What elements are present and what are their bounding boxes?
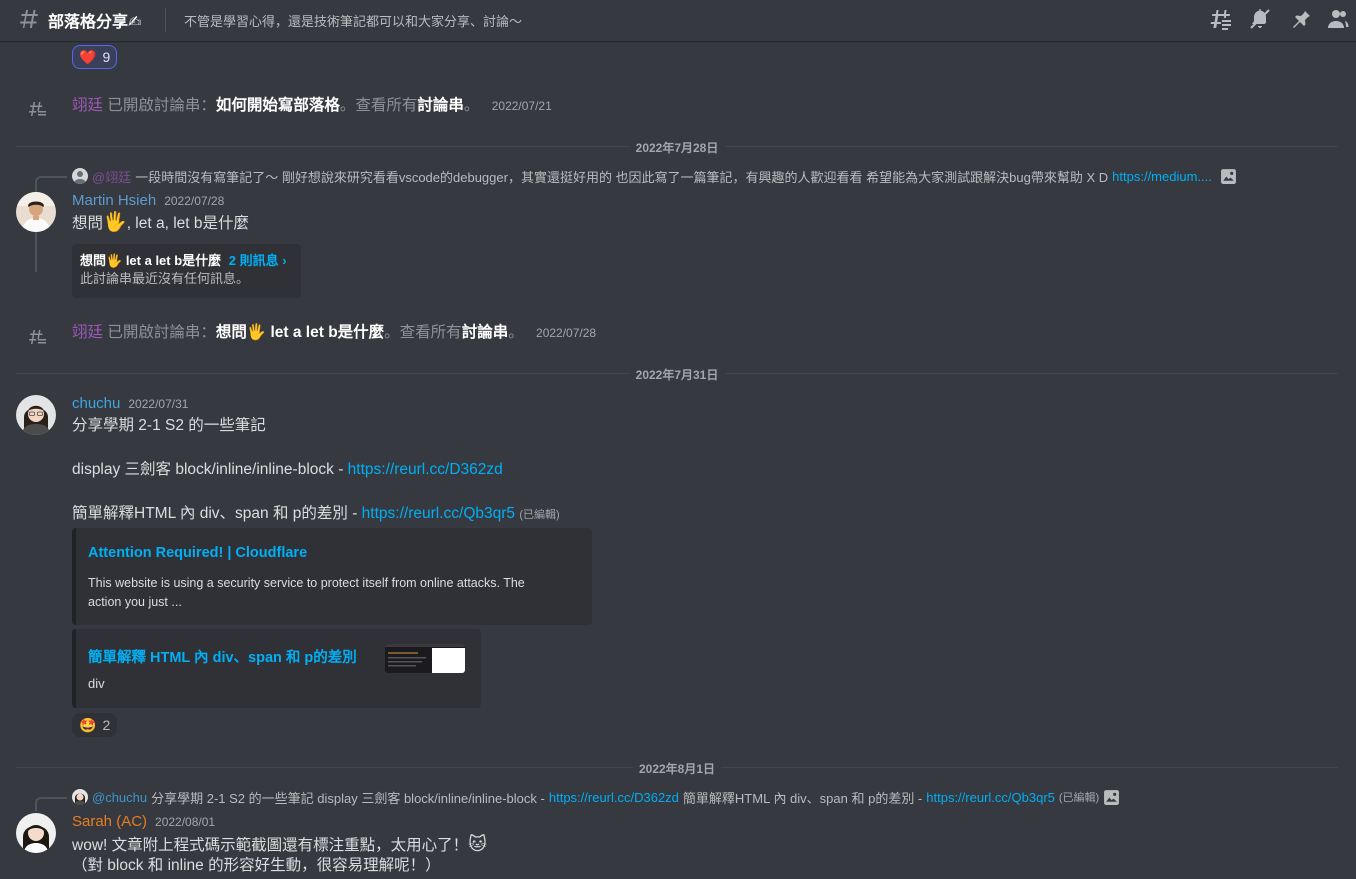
thread-preview-card[interactable]: 想問🖐 let a let b是什麼 2 則訊息 › 此討論串最近沒有任何訊息。 — [72, 244, 301, 298]
hash-icon — [17, 7, 41, 31]
see-all-text: 。查看所有 — [384, 324, 462, 341]
system-message-thread-2: 翊廷 已開啟討論串：想問🖐 let a let b是什麼。查看所有討論串。 20… — [72, 323, 596, 343]
timestamp: 2022/08/01 — [155, 815, 216, 829]
date-label: 2022年7月28日 — [629, 139, 725, 156]
thread-subtext: 此討論串最近沒有任何訊息。 — [80, 271, 250, 286]
channel-header: 部落格分享✍ 不管是學習心得，還是技術筆記都可以和大家分享、討論～ — [0, 0, 1356, 41]
message-text: 想問 — [72, 215, 104, 232]
message-line: 分享學期 2-1 S2 的一些筆記 — [72, 417, 266, 434]
header-divider — [165, 8, 166, 32]
see-all-threads-link[interactable]: 討論串 — [417, 97, 464, 114]
pin-icon[interactable] — [1288, 7, 1312, 31]
reply-avatar — [72, 168, 88, 184]
image-icon — [1103, 789, 1120, 806]
message-text: wow! 文章附上程式碼示範截圖還有標注重點，太用心了！ — [72, 837, 469, 854]
message-content: 想問🖐, let a, let b是什麼 — [72, 212, 249, 235]
system-action: 已開啟討論串： — [107, 324, 216, 341]
embed-title[interactable]: Attention Required! | Cloudflare — [88, 545, 307, 561]
message-link[interactable]: https://reurl.cc/D362zd — [348, 461, 503, 478]
channel-topic[interactable]: 不管是學習心得，還是技術筆記都可以和大家分享、討論～ — [184, 11, 522, 30]
reaction-count: 2 — [102, 717, 111, 733]
message-line: display 三劍客 block/inline/inline-block - … — [72, 459, 503, 481]
thread-message-count[interactable]: 2 則訊息 › — [229, 253, 287, 268]
timestamp: 2022/07/21 — [491, 99, 552, 113]
message-link[interactable]: https://reurl.cc/Qb3qr5 — [362, 505, 515, 522]
mute-bell-icon[interactable] — [1248, 7, 1272, 31]
reaction-count: 9 — [102, 49, 111, 65]
cat-emoji-icon: 🐱 — [468, 834, 487, 854]
embed-desc-line: This website is using a security service… — [88, 576, 525, 590]
message-line: （對 block 和 inline 的形容好生動，很容易理解呢！） — [72, 857, 441, 874]
link-embed-medium: 簡單解釋 HTML 內 div、span 和 p的差別 div — [72, 629, 481, 708]
username[interactable]: Sarah (AC) — [72, 813, 147, 830]
system-action: 已開啟討論串： — [107, 97, 216, 114]
thread-link-rest[interactable]: let a let b是什麼 — [266, 324, 384, 341]
avatar-chuchu[interactable] — [16, 395, 56, 435]
embed-description: This website is using a security service… — [88, 574, 525, 612]
thread-name: 想問 — [80, 253, 107, 268]
raised-hand-emoji-icon: 🖐 — [246, 324, 267, 341]
message-text: display 三劍客 block/inline/inline-block - — [72, 461, 348, 478]
reply-link[interactable]: https://reurl.cc/Qb3qr5 — [926, 790, 1055, 805]
date-label: 2022年8月1日 — [632, 760, 722, 777]
reply-text: 簡單解釋HTML 內 div、span 和 p的差別 - — [682, 790, 923, 806]
timestamp: 2022/07/28 — [536, 326, 597, 340]
message-header: chuchu 2022/07/31 — [72, 395, 188, 415]
username[interactable]: Martin Hsieh — [72, 192, 156, 209]
embed-desc-line: action you just ... — [88, 595, 182, 609]
link-embed-cloudflare: Attention Required! | Cloudflare This we… — [72, 528, 592, 625]
reaction-star-struck[interactable]: 🤩 2 — [72, 713, 118, 737]
image-icon — [1220, 168, 1237, 185]
timestamp: 2022/07/31 — [128, 397, 189, 411]
message-line: 簡單解釋HTML 內 div、span 和 p的差別 - https://reu… — [72, 503, 560, 526]
reply-preview[interactable]: @chuchu 分享學期 2-1 S2 的一些筆記 display 三劍客 bl… — [72, 788, 1120, 806]
star-struck-emoji-icon: 🤩 — [79, 716, 97, 733]
see-all-threads-link[interactable]: 討論串 — [462, 324, 509, 341]
message-line: wow! 文章附上程式碼示範截圖還有標注重點，太用心了！🐱 — [72, 833, 487, 857]
heart-emoji-icon: ❤️ — [79, 48, 97, 65]
date-label: 2022年7月31日 — [629, 366, 725, 383]
message-header: Martin Hsieh 2022/07/28 — [72, 192, 224, 212]
system-username[interactable]: 翊廷 — [72, 97, 103, 114]
reply-spine — [35, 797, 67, 811]
embed-thumbnail[interactable] — [385, 644, 465, 673]
channel-title: 部落格分享✍ — [48, 14, 142, 31]
reply-avatar — [72, 789, 88, 805]
thread-link[interactable]: 如何開始寫部落格 — [216, 97, 340, 114]
message-header: Sarah (AC) 2022/08/01 — [72, 813, 215, 833]
thread-created-icon — [27, 327, 47, 347]
reply-text: 分享學期 2-1 S2 的一些筆記 display 三劍客 block/inli… — [151, 790, 545, 806]
username[interactable]: chuchu — [72, 395, 120, 412]
reply-link[interactable]: https://reurl.cc/D362zd — [549, 790, 679, 805]
members-icon[interactable] — [1326, 7, 1350, 31]
message-text: 簡單解釋HTML 內 div、span 和 p的差別 - — [72, 505, 362, 522]
reaction-heart[interactable]: ❤️ 9 — [72, 45, 118, 69]
see-all-end: 。 — [508, 324, 524, 341]
embed-title[interactable]: 簡單解釋 HTML 內 div、span 和 p的差別 — [88, 646, 357, 667]
edited-tag: (已編輯) — [519, 509, 560, 521]
see-all-text: 。查看所有 — [339, 97, 418, 114]
thread-link[interactable]: 想問 — [216, 324, 247, 341]
reply-mention[interactable]: @chuchu — [92, 790, 147, 805]
reply-text: 一段時間沒有寫筆記了～ 剛好想說來研究看看vscode的debugger，其實還… — [135, 169, 1109, 185]
reply-preview[interactable]: @翊廷 一段時間沒有寫筆記了～ 剛好想說來研究看看vscode的debugger… — [72, 167, 1237, 185]
system-message-thread-1: 翊廷 已開啟討論串：如何開始寫部落格。查看所有討論串。 2022/07/21 — [72, 96, 552, 116]
reply-mention[interactable]: @翊廷 — [92, 167, 131, 186]
message-text-rest: , let a, let b是什麼 — [126, 215, 250, 232]
raised-hand-emoji-icon: 🖐 — [106, 253, 123, 268]
timestamp: 2022/07/28 — [164, 194, 225, 208]
embed-description: div — [88, 676, 105, 691]
avatar-sarah[interactable] — [16, 813, 56, 853]
thread-name-rest: let a let b是什麼 — [122, 253, 222, 268]
avatar-martin[interactable] — [16, 192, 56, 232]
raised-hand-emoji-icon: 🖐 — [103, 212, 127, 233]
reply-link[interactable]: https://medium.... — [1112, 169, 1212, 184]
system-username[interactable]: 翊廷 — [72, 324, 103, 341]
threads-icon[interactable] — [1208, 7, 1232, 31]
see-all-end: 。 — [463, 97, 480, 114]
edited-tag: (已編輯) — [1058, 792, 1100, 804]
thread-created-icon — [27, 99, 47, 119]
